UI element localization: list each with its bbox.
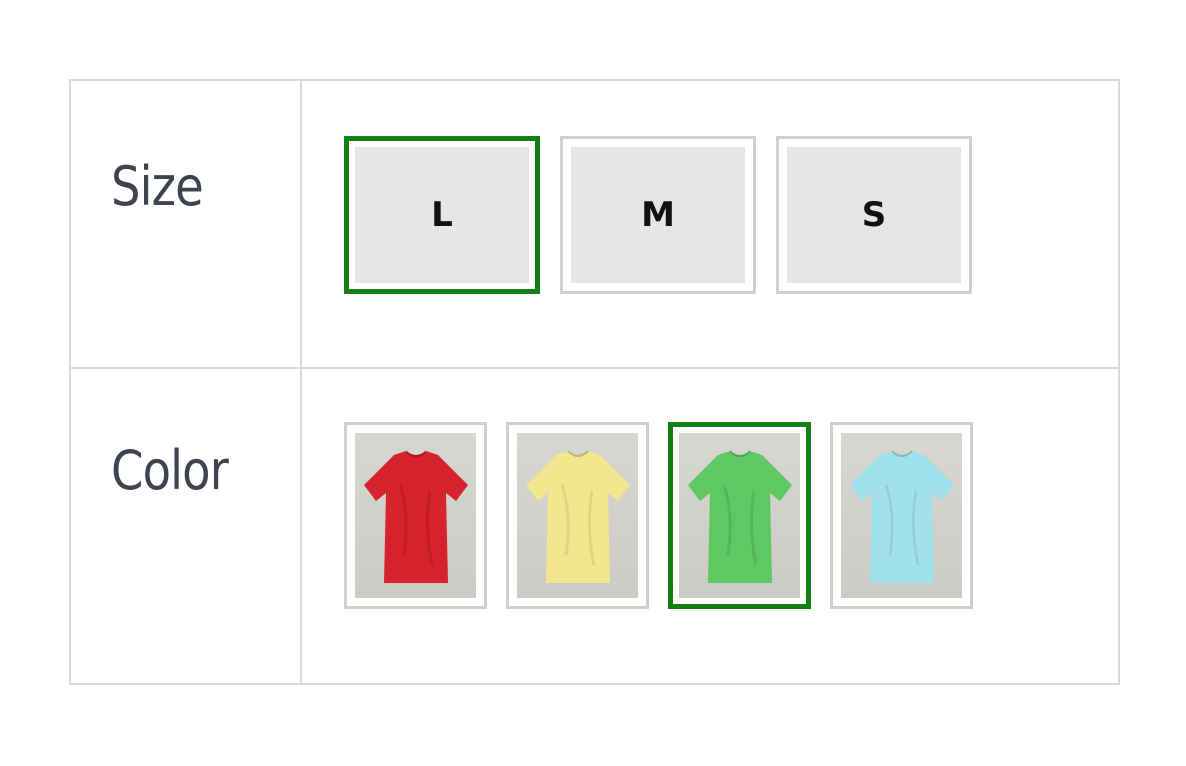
- size-label-cell: Size: [71, 81, 302, 367]
- red-shirt-image: [355, 433, 476, 598]
- color-label: Color: [111, 439, 229, 502]
- tshirt-icon: [687, 449, 792, 583]
- color-option-red[interactable]: [344, 422, 487, 609]
- product-attributes-table: Size L M S Color: [69, 79, 1120, 685]
- color-option-light-blue[interactable]: [830, 422, 973, 609]
- size-option-s[interactable]: S: [776, 136, 972, 294]
- yellow-shirt-image: [517, 433, 638, 598]
- color-option-green[interactable]: [668, 422, 811, 609]
- size-option-l[interactable]: L: [344, 136, 540, 294]
- size-option-label: M: [571, 147, 745, 283]
- size-option-label: L: [355, 147, 529, 283]
- green-shirt-image: [679, 433, 800, 598]
- size-option-m[interactable]: M: [560, 136, 756, 294]
- size-label: Size: [111, 155, 204, 218]
- light-blue-shirt-image: [841, 433, 962, 598]
- size-row: Size L M S: [71, 81, 1118, 369]
- color-label-cell: Color: [71, 369, 302, 683]
- color-option-yellow[interactable]: [506, 422, 649, 609]
- tshirt-icon: [525, 449, 630, 583]
- tshirt-icon: [849, 449, 954, 583]
- size-option-label: S: [787, 147, 961, 283]
- tshirt-icon: [363, 449, 468, 583]
- color-row: Color: [71, 369, 1118, 683]
